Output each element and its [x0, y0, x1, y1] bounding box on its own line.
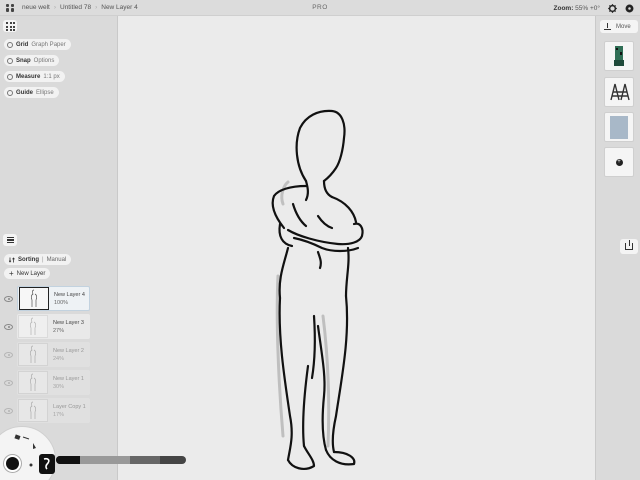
top-bar: neue welt › Untitled 78 › New Layer 4 PR…: [0, 0, 640, 16]
layer-row[interactable]: New Layer 3 27%: [4, 314, 90, 339]
radio-icon: [7, 89, 13, 96]
breadcrumb-document[interactable]: Untitled 78: [56, 4, 95, 11]
help-icon[interactable]: [625, 4, 634, 13]
breadcrumb-layer[interactable]: New Layer 4: [97, 4, 142, 11]
layer-card[interactable]: New Layer 4 100%: [17, 286, 90, 311]
guide-label: Guide: [16, 89, 34, 96]
export-button[interactable]: [620, 239, 638, 254]
breadcrumb-folder[interactable]: neue welt: [18, 4, 54, 11]
reference-thumbnail[interactable]: [604, 112, 634, 142]
layer-opacity: 17%: [53, 411, 65, 418]
measure-toggle[interactable]: Measure 1:1 px: [4, 71, 65, 82]
add-reference-button[interactable]: +: [604, 147, 634, 177]
figure-sketch: [271, 109, 364, 470]
layer-row[interactable]: New Layer 1 30%: [4, 370, 90, 395]
layer-row[interactable]: New Layer 4 100%: [4, 286, 90, 311]
measure-value: 1:1 px: [43, 73, 60, 80]
brush-size-slider[interactable]: [56, 456, 186, 464]
top-right-controls: Zoom: 55% +0°: [554, 0, 635, 16]
pro-label: PRO: [312, 4, 328, 11]
layer-name: Layer Copy 1: [53, 403, 86, 410]
layer-name: New Layer 2: [53, 347, 84, 354]
sort-icon: [9, 256, 15, 263]
download-icon: [604, 23, 611, 30]
color-well[interactable]: [4, 455, 21, 472]
new-layer-label: New Layer: [16, 270, 46, 277]
reference-image-icon: [614, 46, 624, 66]
layer-opacity: 100%: [54, 299, 69, 306]
snap-value: Options: [33, 57, 55, 64]
left-panel: Grid Graph Paper Snap Options Measure 1:…: [0, 16, 118, 480]
layer-opacity: 24%: [53, 355, 65, 362]
tools-menu-icon[interactable]: [3, 20, 17, 32]
radio-icon: [7, 41, 13, 48]
gallery-menu-icon[interactable]: [6, 3, 14, 12]
layer-thumbnail: [18, 399, 48, 422]
plus-icon: +: [9, 268, 14, 278]
radio-icon: [7, 73, 13, 80]
layer-thumbnail: [18, 315, 48, 338]
measure-label: Measure: [16, 73, 41, 80]
layer-thumbnail: [18, 371, 48, 394]
layer-name: New Layer 3: [53, 319, 84, 326]
grid-label: Grid: [16, 41, 29, 48]
grid-value: Graph Paper: [31, 41, 66, 48]
sorting-value: Manual: [46, 256, 67, 263]
eye-icon[interactable]: [4, 295, 13, 302]
gear-icon[interactable]: [608, 3, 617, 13]
sorting-divider: |: [42, 256, 44, 263]
layer-card[interactable]: Layer Copy 1 17%: [17, 398, 90, 423]
brush-icon: [43, 457, 50, 470]
layer-info: New Layer 4 100%: [54, 291, 85, 307]
grid-toggle[interactable]: Grid Graph Paper: [4, 39, 71, 50]
plus-circle-icon: +: [615, 158, 623, 166]
sorting-button[interactable]: Sorting | Manual: [4, 254, 72, 265]
drawing-canvas[interactable]: [118, 16, 595, 480]
eye-icon[interactable]: [4, 323, 13, 330]
eye-icon[interactable]: [4, 379, 13, 386]
guide-toggle[interactable]: Guide Ellipse: [4, 87, 59, 98]
layer-card[interactable]: New Layer 2 24%: [17, 342, 90, 367]
layer-info: Layer Copy 1 17%: [53, 403, 86, 419]
brush-button[interactable]: [39, 454, 55, 474]
layer-name: New Layer 4: [54, 291, 85, 298]
snap-toggle[interactable]: Snap Options: [4, 55, 60, 66]
hamburger-icon[interactable]: [3, 234, 17, 246]
layer-thumbnail: [19, 287, 49, 310]
layer-row[interactable]: New Layer 2 24%: [4, 342, 90, 367]
zoom-indicator[interactable]: Zoom: 55% +0°: [554, 5, 601, 12]
move-label: Move: [616, 23, 631, 30]
radio-icon: [7, 57, 13, 64]
new-layer-button[interactable]: + New Layer: [4, 268, 51, 279]
zoom-label: Zoom:: [553, 4, 574, 12]
eye-icon[interactable]: [4, 407, 13, 414]
layer-row[interactable]: Layer Copy 1 17%: [4, 398, 90, 423]
layer-thumbnail: [18, 343, 48, 366]
sorting-label: Sorting: [18, 256, 39, 263]
reference-image-icon: [610, 116, 628, 139]
reference-image-icon: [610, 83, 630, 101]
layer-card[interactable]: New Layer 1 30%: [17, 370, 90, 395]
layer-opacity: 30%: [53, 383, 65, 390]
layer-info: New Layer 2 24%: [53, 347, 84, 363]
layer-card[interactable]: New Layer 3 27%: [17, 314, 90, 339]
layer-info: New Layer 3 27%: [53, 319, 84, 335]
move-button[interactable]: Move: [600, 20, 638, 33]
share-icon: [625, 240, 633, 250]
guide-value: Ellipse: [36, 89, 54, 96]
layer-info: New Layer 1 30%: [53, 375, 84, 391]
right-panel: Move +: [595, 16, 640, 480]
eye-icon[interactable]: [4, 351, 13, 358]
zoom-value: 55% +0°: [575, 4, 600, 12]
layer-name: New Layer 1: [53, 375, 84, 382]
breadcrumb: neue welt › Untitled 78 › New Layer 4: [18, 4, 142, 11]
reference-thumbnail[interactable]: [604, 77, 634, 107]
reference-thumbnail[interactable]: [604, 41, 634, 71]
layer-opacity: 27%: [53, 327, 65, 334]
snap-label: Snap: [16, 57, 31, 64]
